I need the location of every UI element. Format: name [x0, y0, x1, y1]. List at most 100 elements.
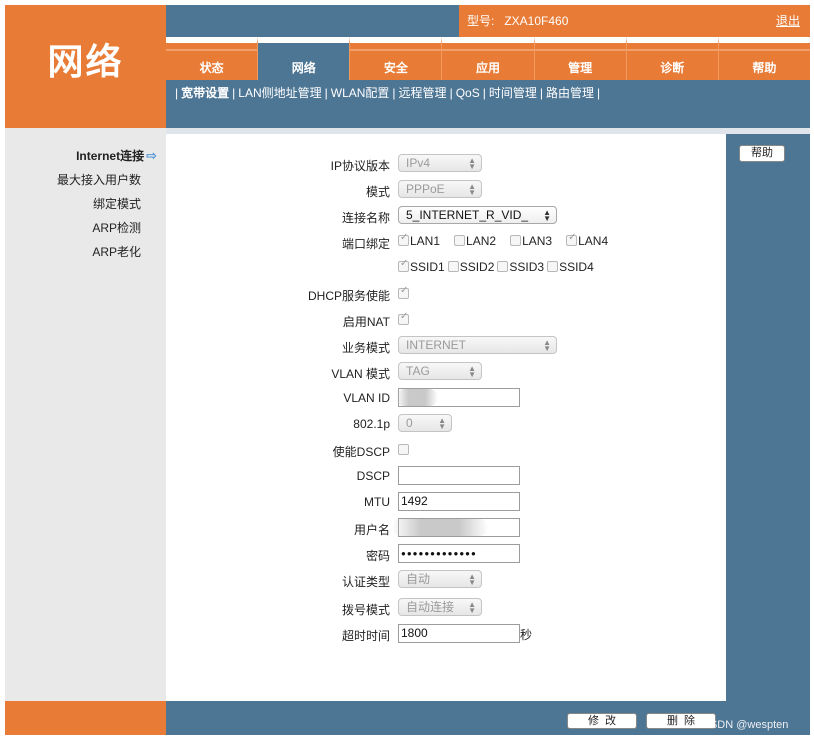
- field-label: 认证类型: [341, 575, 390, 589]
- lan4-checkbox[interactable]: [566, 232, 578, 246]
- mtu-input[interactable]: 1492: [398, 492, 520, 511]
- row-service-mode: 业务模式 INTERNET ▲ ▼: [166, 336, 726, 358]
- dscp-enable-checkbox[interactable]: [398, 444, 409, 455]
- ssid4-checkbox[interactable]: [547, 261, 559, 272]
- subnav-wlan[interactable]: WLAN配置: [331, 86, 390, 100]
- select-value: 自动连接: [406, 600, 455, 614]
- sidebar: Internet连接 ⇨ 最大接入用户数 绑定模式 ARP检测 ARP老化: [5, 128, 166, 701]
- option-label: LAN4: [578, 234, 609, 248]
- subnav-separator: |: [539, 86, 543, 100]
- field-label: 端口绑定: [341, 237, 390, 251]
- auth-type-select[interactable]: 自动 ▲ ▼: [398, 570, 482, 588]
- tab-management[interactable]: 管理: [533, 37, 626, 80]
- sidebar-item-internet[interactable]: Internet连接 ⇨: [76, 147, 157, 164]
- timeout-input[interactable]: 1800: [398, 624, 520, 643]
- field-label: 业务模式: [341, 341, 390, 355]
- vlan-mode-select[interactable]: TAG ▲ ▼: [398, 362, 482, 380]
- tab-status[interactable]: 状态: [166, 37, 258, 80]
- tab-help[interactable]: 帮助: [717, 37, 810, 80]
- option-label: SSID2: [459, 260, 495, 274]
- subnav-qos[interactable]: QoS: [456, 86, 480, 100]
- row-8021p: 802.1p 0 ▲ ▼: [166, 414, 726, 436]
- ssid3-option[interactable]: SSID3: [497, 260, 544, 274]
- ssid1-option[interactable]: SSID1: [398, 258, 445, 274]
- row-timeout: 超时时间 1800 秒: [166, 624, 726, 646]
- dial-mode-select[interactable]: 自动连接 ▲ ▼: [398, 598, 482, 616]
- field-label: 模式: [365, 185, 390, 199]
- subnav-routing[interactable]: 路由管理: [546, 86, 594, 100]
- lan3-option[interactable]: LAN3: [510, 234, 552, 248]
- connection-name-select[interactable]: 5_INTERNET_R_VID_ ▲ ▼: [398, 206, 557, 224]
- row-ip-version: IP协议版本 IPv4 ▲ ▼: [166, 154, 726, 176]
- select-value: TAG: [406, 364, 430, 378]
- select-value: PPPoE: [406, 182, 445, 196]
- subnav-remote-management[interactable]: 远程管理: [399, 86, 447, 100]
- ssid3-checkbox[interactable]: [497, 261, 509, 272]
- lan4-option[interactable]: LAN4: [566, 232, 609, 248]
- logout-link[interactable]: 退出: [609, 5, 810, 37]
- chevron-down-icon: ▼: [468, 606, 476, 615]
- modify-button[interactable]: 修改: [567, 713, 637, 729]
- redacted-blur: [392, 519, 488, 536]
- sidebar-item-arp-aging[interactable]: ARP老化: [92, 243, 141, 260]
- ssid-checkboxes: SSID1 SSID2 SSID3 SSID4: [398, 258, 597, 274]
- ssid2-checkbox[interactable]: [447, 261, 459, 272]
- lan1-checkbox[interactable]: [398, 232, 409, 246]
- subnav-separator: |: [449, 86, 453, 100]
- row-ssid-binding: SSID1 SSID2 SSID3 SSID4: [166, 258, 726, 280]
- subnav-separator: |: [596, 86, 601, 100]
- ssid4-option[interactable]: SSID4: [547, 260, 594, 274]
- field-label: VLAN 模式: [331, 367, 390, 381]
- row-dscp-enable: 使能DSCP: [166, 440, 726, 462]
- row-vlan-id: VLAN ID: [166, 388, 726, 410]
- password-input[interactable]: ●●●●●●●●●●●●●: [398, 544, 520, 563]
- chevron-down-icon: ▼: [468, 162, 476, 171]
- subnav-lan-address[interactable]: LAN侧地址管理: [238, 86, 321, 100]
- sidebar-item-binding-mode[interactable]: 绑定模式: [93, 195, 141, 212]
- lan2-option[interactable]: LAN2: [454, 234, 496, 248]
- sidebar-item-arp-detect[interactable]: ARP检测: [92, 219, 141, 236]
- option-label: SSID3: [509, 260, 545, 274]
- subnav-broadband[interactable]: 宽带设置: [181, 86, 229, 100]
- model-info: 型号: ZXA10F460: [459, 5, 609, 37]
- dhcp-checkbox[interactable]: [398, 285, 409, 299]
- service-mode-select[interactable]: INTERNET ▲ ▼: [398, 336, 557, 354]
- field-label: IP协议版本: [330, 159, 390, 173]
- ssid1-checkbox[interactable]: [398, 258, 409, 272]
- dot1p-select[interactable]: 0 ▲ ▼: [398, 414, 452, 432]
- redacted-blur: [396, 389, 438, 406]
- ip-version-select[interactable]: IPv4 ▲ ▼: [398, 154, 482, 172]
- help-button[interactable]: 帮助: [739, 145, 785, 162]
- subnav-separator: |: [392, 86, 396, 100]
- tab-network[interactable]: 网络: [257, 37, 350, 80]
- ssid2-option[interactable]: SSID2: [447, 260, 495, 274]
- tab-application[interactable]: 应用: [441, 37, 534, 80]
- lan-checkboxes: LAN1 LAN2 LAN3 LAN4: [398, 232, 622, 248]
- tab-diagnostics[interactable]: 诊断: [625, 37, 718, 80]
- tab-security[interactable]: 安全: [349, 37, 442, 80]
- option-label: LAN2: [466, 234, 497, 248]
- select-value: 5_INTERNET_R_VID_: [406, 208, 529, 222]
- model-value: ZXA10F460: [504, 14, 569, 28]
- lan3-checkbox[interactable]: [510, 235, 522, 246]
- row-auth-type: 认证类型 自动 ▲ ▼: [166, 570, 726, 592]
- sidebar-item-max-users[interactable]: 最大接入用户数: [57, 171, 141, 188]
- nat-checkbox[interactable]: [398, 311, 409, 325]
- row-mode: 模式 PPPoE ▲ ▼: [166, 180, 726, 202]
- row-dhcp: DHCP服务使能: [166, 284, 726, 306]
- field-label: 启用NAT: [342, 315, 390, 329]
- field-label: 802.1p: [353, 417, 390, 431]
- subnav-separator: |: [232, 86, 236, 100]
- footer-left: [5, 701, 166, 735]
- mode-select[interactable]: PPPoE ▲ ▼: [398, 180, 482, 198]
- option-label: LAN1: [410, 234, 441, 248]
- row-mtu: MTU 1492: [166, 492, 726, 514]
- model-label: 型号:: [467, 14, 495, 28]
- chevron-down-icon: ▼: [468, 188, 476, 197]
- dscp-input[interactable]: [398, 466, 520, 485]
- watermark: CSDN @wespten: [702, 719, 789, 731]
- lan1-option[interactable]: LAN1: [398, 232, 441, 248]
- row-nat: 启用NAT: [166, 310, 726, 332]
- lan2-checkbox[interactable]: [454, 235, 466, 246]
- subnav-time[interactable]: 时间管理: [489, 86, 537, 100]
